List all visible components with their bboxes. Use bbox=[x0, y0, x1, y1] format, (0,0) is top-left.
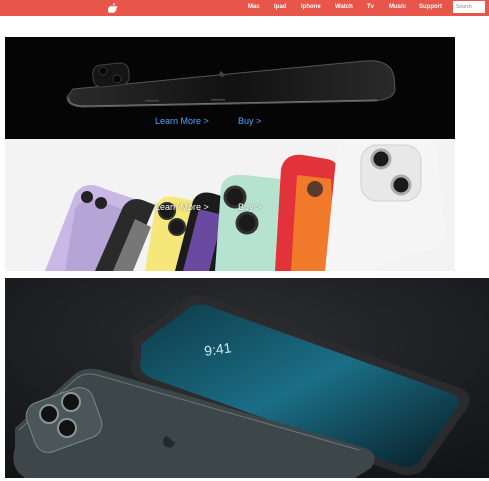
nav-item-ipad[interactable]: Ipad bbox=[274, 4, 286, 10]
nav-item-iphone[interactable]: Iphone bbox=[301, 4, 321, 10]
buy-link[interactable]: Buy > bbox=[238, 116, 261, 126]
hero-banner-iphone-black: Learn More > Buy > bbox=[5, 37, 455, 139]
search-input[interactable] bbox=[453, 1, 485, 13]
top-nav-bar: Mac Ipad Iphone Watch Tv Music Support bbox=[0, 0, 489, 16]
learn-more-link[interactable]: Learn More > bbox=[155, 202, 209, 212]
nav-item-tv[interactable]: Tv bbox=[367, 4, 374, 10]
nav-item-music[interactable]: Music bbox=[389, 4, 406, 10]
buy-link[interactable]: Buy > bbox=[238, 202, 261, 212]
iphone-colors-image bbox=[45, 139, 446, 271]
iphone-black-image bbox=[66, 60, 396, 108]
iphone-pro-image: 9:41 bbox=[5, 278, 489, 478]
nav-item-watch[interactable]: Watch bbox=[335, 4, 353, 10]
learn-more-link[interactable]: Learn More > bbox=[155, 116, 209, 126]
nav-item-support[interactable]: Support bbox=[419, 4, 442, 10]
nav-item-mac[interactable]: Mac bbox=[248, 4, 260, 10]
apple-logo-icon[interactable] bbox=[108, 1, 118, 13]
hero-banner-iphone-colors: Learn More > Buy > bbox=[5, 139, 455, 271]
hero-banner-iphone-pro: 9:41 bbox=[5, 278, 489, 478]
